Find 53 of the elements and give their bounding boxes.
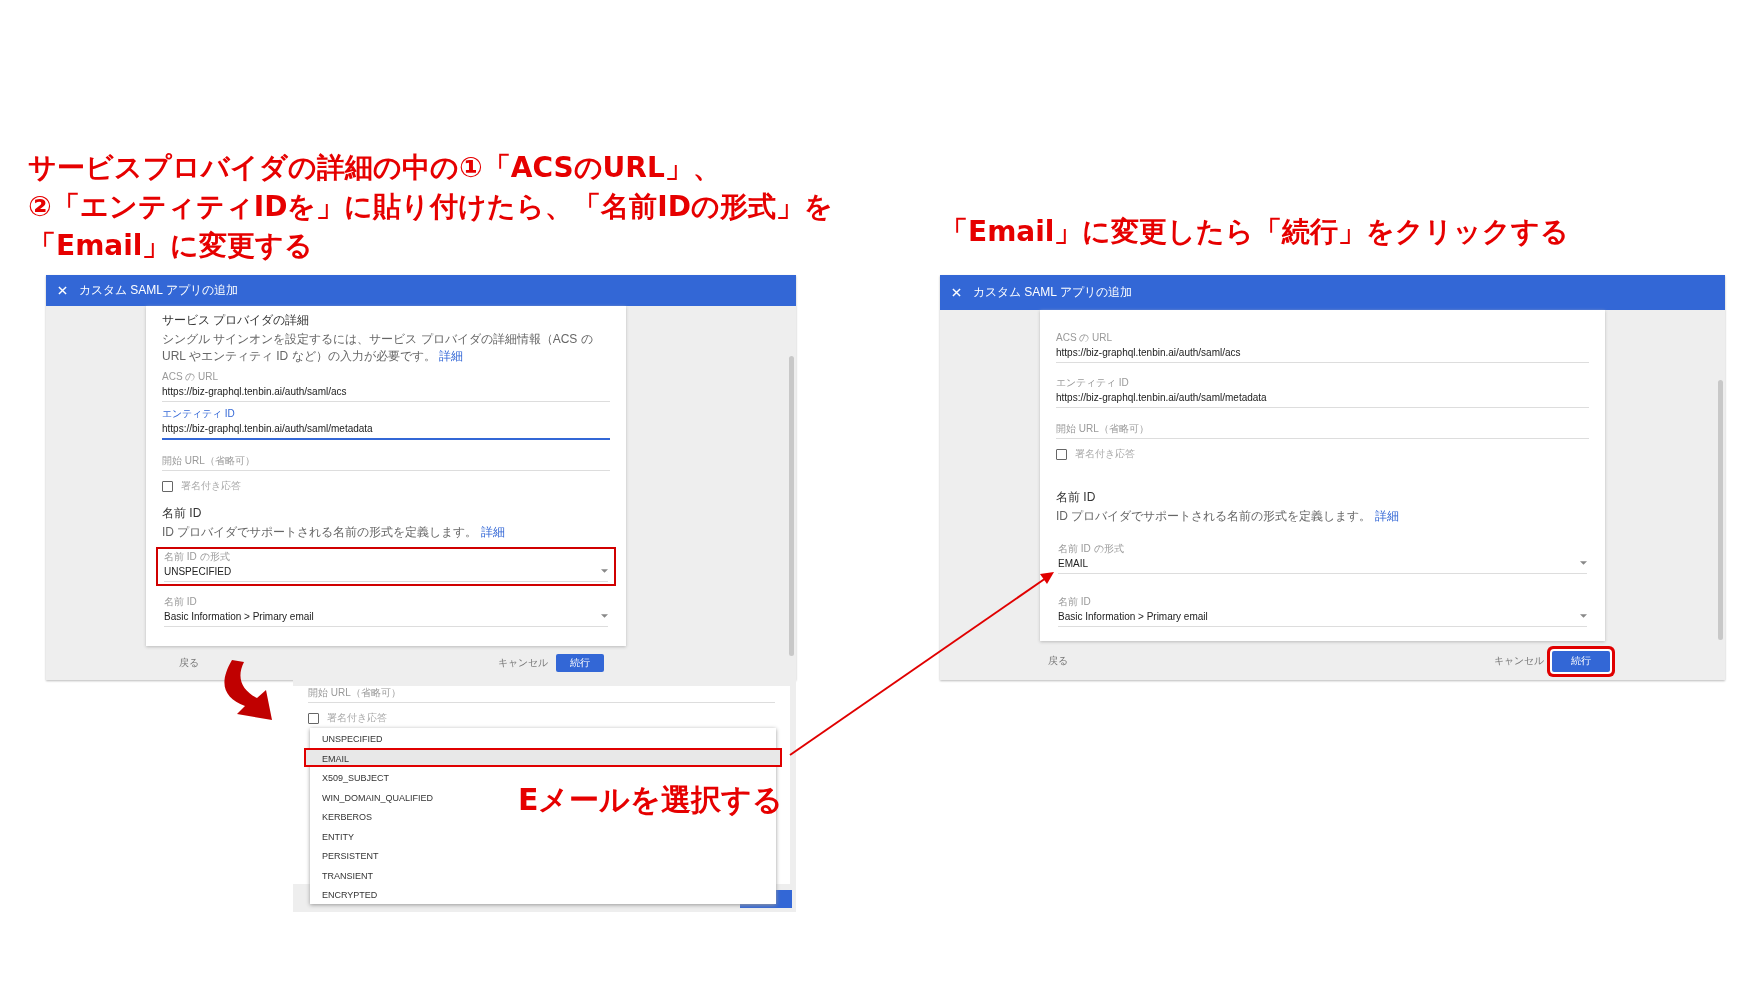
select-field[interactable]: 名前 ID Basic Information > Primary email — [1050, 592, 1595, 631]
checkbox[interactable] — [1056, 448, 1067, 460]
section-description: ID プロバイダでサポートされる名前の形式を定義します。 詳細 — [162, 524, 506, 541]
menu-option[interactable]: ENCRYPTED — [310, 884, 390, 904]
caret-icon — [601, 613, 608, 618]
caret-icon — [601, 568, 608, 573]
caption-text: Eメールを選択する — [518, 781, 784, 819]
menu-option[interactable]: ENTITY — [310, 825, 366, 845]
menu-option[interactable]: PERSISTENT — [310, 845, 391, 865]
menu-option[interactable]: WIN_DOMAIN_QUALIFIED — [310, 786, 445, 806]
select-field[interactable]: 名前 ID の形式 UNSPECIFIED — [156, 547, 616, 586]
text-field[interactable]: エンティティ ID https://biz-graphql.tenbin.ai/auth/saml/metadata — [162, 408, 610, 440]
menu-option[interactable]: EMAIL — [304, 747, 782, 767]
menu-option[interactable]: UNSPECIFIED — [310, 728, 395, 748]
text-field[interactable]: ACS の URL https://biz-graphql.tenbin.ai/auth/saml/acs — [1056, 332, 1589, 363]
section-title: 名前 ID — [162, 505, 203, 522]
checkbox-label: 署名付き応答 — [1075, 447, 1135, 461]
cancel-link[interactable]: キャンセル — [1494, 654, 1544, 668]
caret-icon — [1580, 560, 1587, 565]
dialog-title: カスタム SAML アプリの追加 — [973, 284, 1132, 301]
text-field[interactable]: ACS の URL https://biz-graphql.tenbin.ai/auth/saml/acs — [162, 371, 610, 402]
scrollbar[interactable] — [1718, 380, 1723, 640]
back-link[interactable]: 戻る — [1048, 654, 1068, 668]
checkbox-label: 署名付き応答 — [181, 479, 241, 493]
checkbox-label: 署名付き応答 — [327, 711, 387, 725]
back-link[interactable]: 戻る — [179, 656, 199, 670]
menu-option[interactable]: KERBEROS — [310, 806, 384, 826]
select-field[interactable]: 名前 ID Basic Information > Primary email — [156, 592, 616, 631]
caption-text: 「Email」に変更する — [28, 228, 314, 264]
close-icon[interactable] — [952, 288, 961, 297]
section-title: サービス プロバイダの詳細 — [162, 312, 311, 329]
section-description: シングル サインオンを設定するには、サービス プロバイダの詳細情報（ACS の URL やエンティティ ID など）の入力が必要です。 詳細 — [162, 331, 594, 365]
section-title: 名前 ID — [1056, 489, 1097, 506]
menu-option[interactable]: X509_SUBJECT — [310, 767, 402, 787]
scrollbar[interactable] — [789, 356, 794, 656]
caption-text: サービスプロバイダの詳細の中の①「ACSのURL」、 — [28, 150, 721, 186]
details-link[interactable]: 詳細 — [1374, 509, 1399, 523]
section-description: ID プロバイダでサポートされる名前の形式を定義します。 詳細 — [1056, 508, 1400, 525]
cancel-link[interactable]: キャンセル — [498, 656, 548, 670]
caption-text: 「Email」に変更したら「続行」をクリックする — [940, 214, 1570, 250]
text-field[interactable]: エンティティ ID https://biz-graphql.tenbin.ai/auth/saml/metadata — [1056, 377, 1589, 408]
close-icon[interactable] — [58, 286, 67, 295]
continue-button[interactable]: 続行 — [556, 654, 604, 672]
caption-text: ②「エンティティIDを」に貼り付けたら、「名前IDの形式」を — [28, 189, 834, 225]
details-link[interactable]: 詳細 — [438, 349, 463, 363]
checkbox[interactable] — [308, 712, 319, 724]
menu-option[interactable]: TRANSIENT — [310, 864, 385, 884]
curved-arrow — [224, 660, 272, 720]
caret-icon — [1580, 613, 1587, 618]
dialog-title: カスタム SAML アプリの追加 — [79, 282, 238, 299]
details-link[interactable]: 詳細 — [480, 525, 505, 539]
checkbox[interactable] — [162, 480, 173, 492]
select-field[interactable]: 名前 ID の形式 EMAIL — [1050, 539, 1595, 578]
